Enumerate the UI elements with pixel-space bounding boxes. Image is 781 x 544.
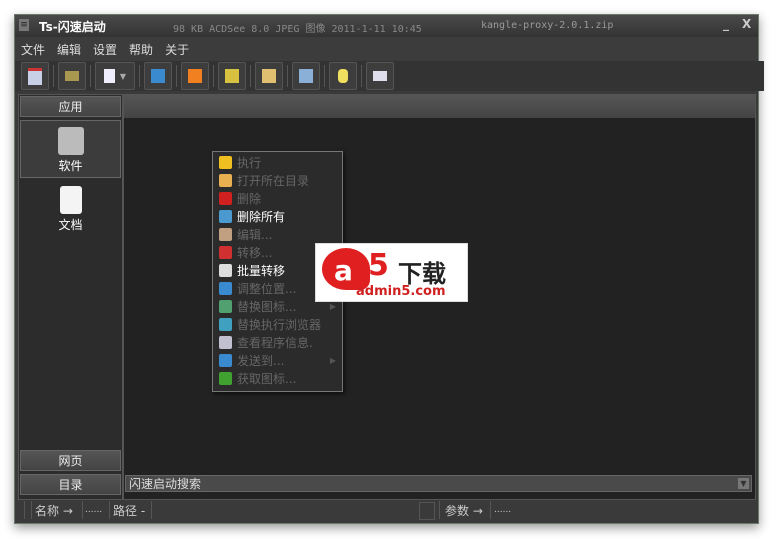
move-icon [219,245,232,259]
context-menu-item[interactable]: 删除所有 [213,207,342,225]
menu-bar: 文件 编辑 设置 帮助 关于 [15,37,758,61]
status-bar: 名称 → ...... 路径 - 参数 → ...... [15,498,758,522]
toolbar-button-database[interactable] [329,62,357,90]
toolbar-button-new[interactable]: ▼ [95,62,135,90]
context-menu-item[interactable]: 编辑... [213,225,342,243]
toolbar-button-folder[interactable] [58,62,86,90]
context-menu-label: 替换执行浏览器 [237,317,322,332]
send-usb-icon [219,353,232,367]
context-menu-label: 转移... [237,245,273,260]
folder-icon [65,71,79,81]
status-name-label: 名称 → [35,504,73,518]
context-menu-item[interactable]: 打开所在目录 [213,171,342,189]
background-file-name: kangle-proxy-2.0.1.zip [481,20,614,31]
title-bar[interactable]: ≡ Ts-闪速启动 98 KB ACDSee 8.0 JPEG 图像 2011-… [15,15,758,37]
menu-settings[interactable]: 设置 [87,37,123,61]
context-menu-item[interactable]: 执行 [213,153,342,171]
submenu-arrow-icon: ▶ [329,301,336,311]
delete-all-icon [219,209,232,223]
toolbar: ▼ [15,61,764,91]
item-label: 文档 [58,218,83,232]
image-replace-icon [219,299,232,313]
category-panel: 应用 软件 文档 网页 目录 [18,94,123,500]
category-directory[interactable]: 目录 [20,474,121,495]
category-apps[interactable]: 应用 [20,96,121,117]
context-menu-label: 替换图标... [237,299,297,314]
context-menu-label: 打开所在目录 [237,173,310,188]
menu-file[interactable]: 文件 [15,37,51,61]
context-menu-item[interactable]: 查看程序信息. [213,333,342,351]
watermark-logo: a 5 下载 admin5.com [315,243,468,302]
status-param-label: 参数 → [445,504,483,518]
status-param-value: ...... [494,505,512,515]
toolbar-button-edit[interactable] [292,62,320,90]
menu-help[interactable]: 帮助 [123,37,159,61]
toolbar-button-add-file[interactable] [144,62,172,90]
status-path-label: 路径 - [113,504,146,518]
lightning-icon [219,155,232,169]
context-menu-item[interactable]: 发送到... ▶ [213,351,342,369]
menu-about[interactable]: 关于 [159,37,195,61]
window-title: Ts-闪速启动 [39,20,106,34]
rss-add-icon [188,69,202,83]
content-header [124,95,755,118]
context-menu-label: 查看程序信息. [237,335,313,350]
add-file-icon [151,69,165,83]
info-card-icon [219,335,232,349]
item-documents[interactable]: 文档 [20,180,121,238]
card-icon [373,71,387,81]
context-menu-label: 编辑... [237,227,273,242]
context-menu-label: 发送到... [237,353,285,368]
usb-icon [219,281,232,295]
search-placeholder: 闪速启动搜索 [129,477,202,491]
batch-move-icon [219,263,232,277]
system-menu-icon[interactable]: ≡ [19,19,29,31]
note-icon [262,69,276,83]
minimize-button[interactable]: _ [723,17,729,31]
context-menu-label: 调整位置... [237,281,297,296]
context-menu-label: 删除 [237,191,262,206]
context-menu-item[interactable]: 替换执行浏览器 [213,315,342,333]
menu-edit[interactable]: 编辑 [51,37,87,61]
category-web[interactable]: 网页 [20,450,121,471]
submenu-arrow-icon: ▶ [329,355,336,365]
toolbar-button-calendar[interactable] [21,62,49,90]
folder-open-icon [219,173,232,187]
database-icon [338,69,348,83]
close-button[interactable]: X [742,17,751,31]
toolbar-button-note[interactable] [255,62,283,90]
context-menu-item[interactable]: 获取图标... [213,369,342,387]
context-menu-item[interactable]: 删除 [213,189,342,207]
search-input[interactable]: 闪速启动搜索 ▼ [125,475,752,492]
toolbar-button-folder-add[interactable] [218,62,246,90]
new-page-icon [103,69,115,83]
context-menu-label: 批量转移 [237,263,286,278]
edit-pencil-icon [219,227,232,241]
folder-add-icon [225,69,239,83]
status-name-value: ...... [85,505,103,515]
document-icon [59,186,82,214]
context-menu-label: 获取图标... [237,371,297,386]
status-indicator [419,502,435,520]
background-file-info: 98 KB ACDSee 8.0 JPEG 图像 2011-1-11 10:45 [173,24,422,35]
context-menu-label: 执行 [237,155,262,170]
context-menu-label: 删除所有 [237,209,286,224]
toolbar-button-card[interactable] [366,62,394,90]
item-label: 软件 [58,159,83,173]
item-software[interactable]: 软件 [20,120,121,178]
toolbar-button-rss[interactable] [181,62,209,90]
search-dropdown-button[interactable]: ▼ [738,478,749,489]
calendar-icon [28,67,42,85]
get-icon [219,371,232,385]
edit-icon [299,69,313,83]
tools-icon [57,127,84,155]
browser-refresh-icon [219,317,232,331]
delete-x-icon [219,191,232,205]
